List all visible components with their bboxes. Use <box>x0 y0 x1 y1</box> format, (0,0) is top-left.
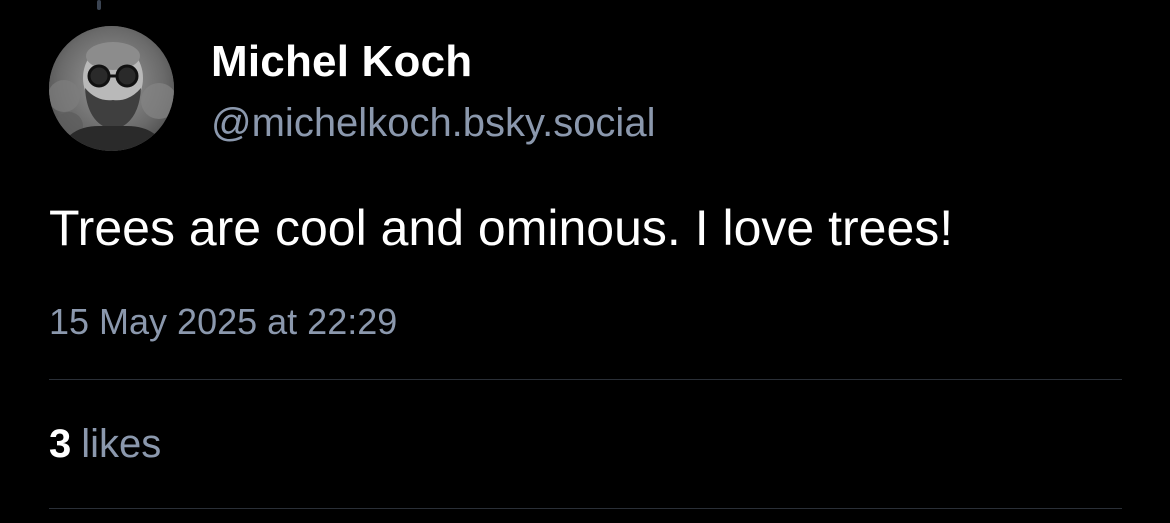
likes-label: likes <box>81 422 162 466</box>
avatar-photo <box>49 26 174 151</box>
avatar[interactable] <box>49 26 174 151</box>
divider <box>49 508 1122 509</box>
thread-connector-line <box>97 0 101 10</box>
post-timestamp: 15 May 2025 at 22:29 <box>49 301 398 342</box>
author-display-name[interactable]: Michel Koch <box>211 37 472 87</box>
divider <box>49 379 1122 380</box>
author-handle[interactable]: @michelkoch.bsky.social <box>211 98 655 148</box>
likes-link[interactable]: 3 likes <box>49 420 161 468</box>
likes-count: 3 <box>49 422 72 466</box>
post-text: Trees are cool and ominous. I love trees… <box>49 200 954 256</box>
